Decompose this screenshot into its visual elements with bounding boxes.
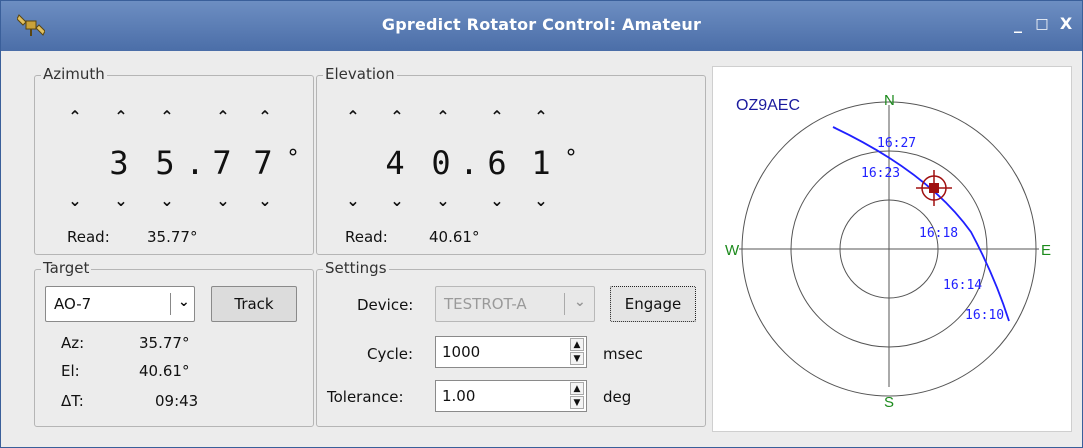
target-el-label: El: bbox=[61, 362, 80, 380]
satellite-select[interactable]: AO-7 ⌄ bbox=[45, 286, 195, 322]
azimuth-label: Azimuth bbox=[41, 65, 107, 83]
az-up-arrow-5[interactable]: ⌃ bbox=[255, 109, 275, 125]
device-label: Device: bbox=[357, 296, 414, 314]
east-label: E bbox=[1041, 242, 1051, 259]
az-read-value: 35.77° bbox=[147, 228, 198, 246]
el-read-value: 40.61° bbox=[429, 228, 480, 246]
polar-plot[interactable]: OZ9AEC N S E W 16:27 16:23 16:18 16:14 1… bbox=[712, 66, 1072, 432]
el-up-arrow-2[interactable]: ⌃ bbox=[387, 109, 407, 125]
el-down-arrow-2[interactable]: ⌄ bbox=[387, 193, 407, 209]
az-digit-hundredths: 7 bbox=[253, 144, 273, 182]
device-select-value: TESTROT-A bbox=[444, 295, 527, 313]
az-up-arrow-4[interactable]: ⌃ bbox=[213, 109, 233, 125]
cycle-value: 1000 bbox=[442, 343, 481, 361]
settings-frame: Settings Device: TESTROT-A ⌄ Engage Cycl… bbox=[316, 259, 706, 427]
el-down-arrow-3[interactable]: ⌄ bbox=[433, 193, 453, 209]
time-label-1627: 16:27 bbox=[877, 136, 916, 151]
cycle-unit: msec bbox=[603, 345, 643, 363]
el-digit-tens: 0 bbox=[431, 144, 451, 182]
azimuth-frame: Azimuth ⌃ ⌃ ⌃ ⌃ ⌃ 3 5 . 7 7 ° ⌄ ⌄ ⌄ ⌄ ⌄ … bbox=[34, 65, 314, 255]
cycle-spinbutton[interactable]: 1000 ▲ ▼ bbox=[435, 336, 587, 368]
tolerance-increment-icon[interactable]: ▲ bbox=[570, 382, 584, 395]
az-up-arrow-2[interactable]: ⌃ bbox=[111, 109, 131, 125]
chevron-down-icon: ⌄ bbox=[178, 294, 190, 310]
engage-button[interactable]: Engage bbox=[610, 286, 696, 322]
el-up-arrow-5[interactable]: ⌃ bbox=[531, 109, 551, 125]
minimize-button[interactable]: _ bbox=[1008, 14, 1028, 34]
elevation-frame: Elevation ⌃ ⌃ ⌃ ⌃ ⌃ 4 0 . 6 1 ° ⌄ ⌄ ⌄ ⌄ … bbox=[316, 65, 706, 255]
az-decimal-point: . bbox=[185, 144, 205, 182]
target-frame: Target AO-7 ⌄ Track Az: 35.77° El: 40.61… bbox=[34, 259, 314, 427]
title-bar[interactable]: Gpredict Rotator Control: Amateur _ □ X bbox=[1, 1, 1082, 51]
satellite-select-value: AO-7 bbox=[54, 295, 92, 313]
el-degree-sign: ° bbox=[564, 146, 578, 171]
el-up-arrow-1[interactable]: ⌃ bbox=[343, 109, 363, 125]
el-decimal-point: . bbox=[459, 144, 479, 182]
time-label-1618: 16:18 bbox=[919, 226, 958, 241]
az-down-arrow-5[interactable]: ⌄ bbox=[255, 193, 275, 209]
window-title: Gpredict Rotator Control: Amateur bbox=[381, 15, 702, 34]
rotator-target-crosshair-icon bbox=[916, 170, 952, 206]
az-read-label: Read: bbox=[67, 228, 110, 246]
az-up-arrow-3[interactable]: ⌃ bbox=[157, 109, 177, 125]
target-el-value: 40.61° bbox=[139, 362, 190, 380]
az-digit-hundreds: 3 bbox=[109, 144, 129, 182]
tolerance-unit: deg bbox=[603, 388, 632, 406]
el-digit-hundreds: 4 bbox=[385, 144, 405, 182]
elevation-label: Elevation bbox=[323, 65, 397, 83]
station-name: OZ9AEC bbox=[736, 97, 800, 114]
chevron-down-icon: ⌄ bbox=[574, 294, 586, 310]
el-down-arrow-5[interactable]: ⌄ bbox=[531, 193, 551, 209]
cycle-label: Cycle: bbox=[367, 345, 414, 363]
target-az-label: Az: bbox=[61, 334, 85, 352]
az-down-arrow-4[interactable]: ⌄ bbox=[213, 193, 233, 209]
az-down-arrow-2[interactable]: ⌄ bbox=[111, 193, 131, 209]
el-digit-tenths: 6 bbox=[487, 144, 507, 182]
el-up-arrow-3[interactable]: ⌃ bbox=[433, 109, 453, 125]
tolerance-decrement-icon[interactable]: ▼ bbox=[570, 396, 584, 409]
south-label: S bbox=[884, 394, 894, 411]
az-up-arrow-1[interactable]: ⌃ bbox=[65, 109, 85, 125]
az-down-arrow-1[interactable]: ⌄ bbox=[65, 193, 85, 209]
el-up-arrow-4[interactable]: ⌃ bbox=[487, 109, 507, 125]
el-read-label: Read: bbox=[345, 228, 388, 246]
el-down-arrow-1[interactable]: ⌄ bbox=[343, 193, 363, 209]
el-digit-hundredths: 1 bbox=[531, 144, 551, 182]
close-button[interactable]: X bbox=[1056, 14, 1076, 34]
cycle-increment-icon[interactable]: ▲ bbox=[570, 338, 584, 351]
settings-label: Settings bbox=[323, 259, 389, 277]
target-az-value: 35.77° bbox=[139, 334, 190, 352]
az-degree-sign: ° bbox=[286, 146, 300, 171]
tolerance-value: 1.00 bbox=[442, 387, 476, 405]
az-digit-tens: 5 bbox=[155, 144, 175, 182]
polar-plot-canvas: OZ9AEC N S E W 16:27 16:23 16:18 16:14 1… bbox=[725, 92, 1051, 411]
device-select[interactable]: TESTROT-A ⌄ bbox=[435, 286, 595, 322]
main-content: Azimuth ⌃ ⌃ ⌃ ⌃ ⌃ 3 5 . 7 7 ° ⌄ ⌄ ⌄ ⌄ ⌄ … bbox=[8, 51, 1075, 433]
target-label: Target bbox=[41, 259, 92, 277]
cycle-decrement-icon[interactable]: ▼ bbox=[570, 352, 584, 365]
target-dt-value: 09:43 bbox=[155, 392, 199, 410]
time-label-1614: 16:14 bbox=[943, 278, 982, 293]
track-button[interactable]: Track bbox=[211, 286, 297, 322]
north-label: N bbox=[884, 92, 895, 109]
tolerance-spinbutton[interactable]: 1.00 ▲ ▼ bbox=[435, 380, 587, 412]
az-down-arrow-3[interactable]: ⌄ bbox=[157, 193, 177, 209]
az-digit-tenths: 7 bbox=[212, 144, 232, 182]
target-dt-label: ΔT: bbox=[61, 392, 84, 410]
tolerance-label: Tolerance: bbox=[327, 388, 404, 406]
time-label-1623: 16:23 bbox=[861, 166, 900, 181]
west-label: W bbox=[725, 242, 740, 259]
el-down-arrow-4[interactable]: ⌄ bbox=[487, 193, 507, 209]
maximize-button[interactable]: □ bbox=[1032, 14, 1052, 34]
rotator-control-window: Gpredict Rotator Control: Amateur _ □ X … bbox=[0, 0, 1083, 448]
time-label-1610: 16:10 bbox=[965, 308, 1004, 323]
